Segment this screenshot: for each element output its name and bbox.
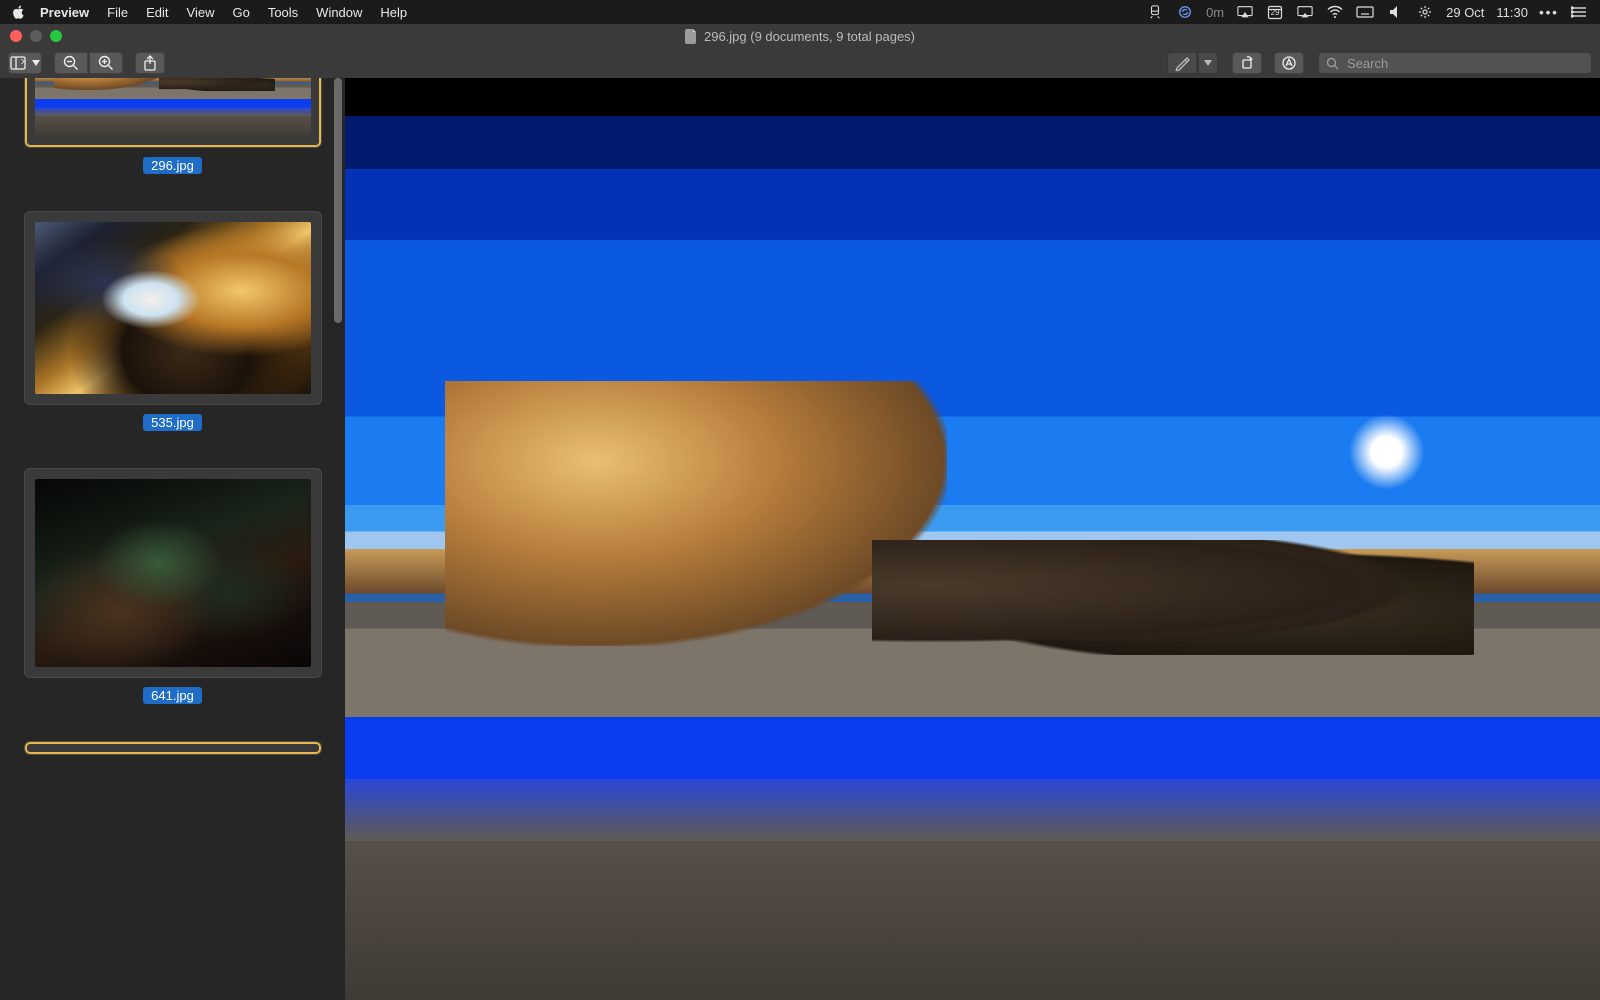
share-button[interactable] (135, 52, 165, 74)
thumbnail-item[interactable] (24, 468, 322, 678)
image-canvas[interactable] (345, 78, 1600, 1000)
wifi-icon[interactable] (1326, 3, 1344, 21)
keyboard-icon[interactable] (1356, 3, 1374, 21)
menu-help[interactable]: Help (380, 5, 407, 20)
menubar-date[interactable]: 29 Oct (1446, 5, 1484, 20)
highlight-dropdown[interactable] (1198, 52, 1218, 74)
scrollbar-thumb[interactable] (334, 78, 342, 323)
search-input[interactable] (1345, 55, 1584, 72)
status-icons: 0m 29 29 Oct 11:30 ••• (1134, 3, 1588, 21)
menu-go[interactable]: Go (232, 5, 249, 20)
minimize-window-button[interactable] (30, 30, 42, 42)
highlight-button[interactable] (1167, 52, 1197, 74)
app-menu[interactable]: Preview (40, 5, 89, 20)
overflow-icon[interactable]: ••• (1540, 3, 1558, 21)
thumbnail-label: 296.jpg (143, 157, 202, 174)
search-field[interactable] (1318, 52, 1592, 74)
markup-button[interactable] (1274, 52, 1304, 74)
thumbnail-image (35, 78, 311, 137)
thumbnail-item[interactable] (24, 211, 322, 405)
zoom-in-button[interactable] (89, 52, 123, 74)
sidebar-scrollbar[interactable] (331, 78, 345, 1000)
menu-window[interactable]: Window (316, 5, 362, 20)
thumbnail-sidebar: 296.jpg 535.jpg 641.jpg (0, 78, 345, 1000)
window-controls (10, 30, 62, 42)
main-image (345, 116, 1600, 1000)
thumbnail-item[interactable] (24, 741, 322, 755)
thumbnail-label: 641.jpg (143, 687, 202, 704)
content-area: 296.jpg 535.jpg 641.jpg (0, 78, 1600, 1000)
zoom-window-button[interactable] (50, 30, 62, 42)
close-window-button[interactable] (10, 30, 22, 42)
thumbnail-image (35, 479, 311, 667)
menu-tools[interactable]: Tools (268, 5, 298, 20)
calendar-icon[interactable]: 29 (1266, 3, 1284, 21)
rotate-button[interactable] (1232, 52, 1262, 74)
menubar-time[interactable]: 11:30 (1496, 5, 1528, 20)
thumbnail-item[interactable] (24, 78, 322, 148)
window-title-text: 296.jpg (9 documents, 9 total pages) (704, 29, 915, 44)
titlebar: 296.jpg (9 documents, 9 total pages) (0, 24, 1600, 48)
menu-view[interactable]: View (187, 5, 215, 20)
apple-menu[interactable] (12, 5, 26, 19)
menu-edit[interactable]: Edit (146, 5, 168, 20)
menu-extra-icon[interactable] (1416, 3, 1434, 21)
menubar: Preview File Edit View Go Tools Window H… (0, 0, 1600, 24)
timer-label: 0m (1206, 5, 1224, 20)
sync-icon[interactable] (1176, 3, 1194, 21)
calendar-day: 29 (1271, 8, 1280, 17)
notification-center-icon[interactable] (1570, 3, 1588, 21)
volume-icon[interactable] (1386, 3, 1404, 21)
screen-mirror-icon[interactable] (1236, 3, 1254, 21)
airplay-icon[interactable] (1296, 3, 1314, 21)
zoom-out-button[interactable] (54, 52, 88, 74)
sidebar-toggle-button[interactable] (8, 52, 42, 74)
train-icon[interactable] (1146, 3, 1164, 21)
search-icon (1326, 57, 1339, 70)
menu-file[interactable]: File (107, 5, 128, 20)
thumbnail-image (35, 222, 311, 394)
toolbar (0, 48, 1600, 79)
thumbnail-label: 535.jpg (143, 414, 202, 431)
window-title: 296.jpg (9 documents, 9 total pages) (0, 29, 1600, 44)
